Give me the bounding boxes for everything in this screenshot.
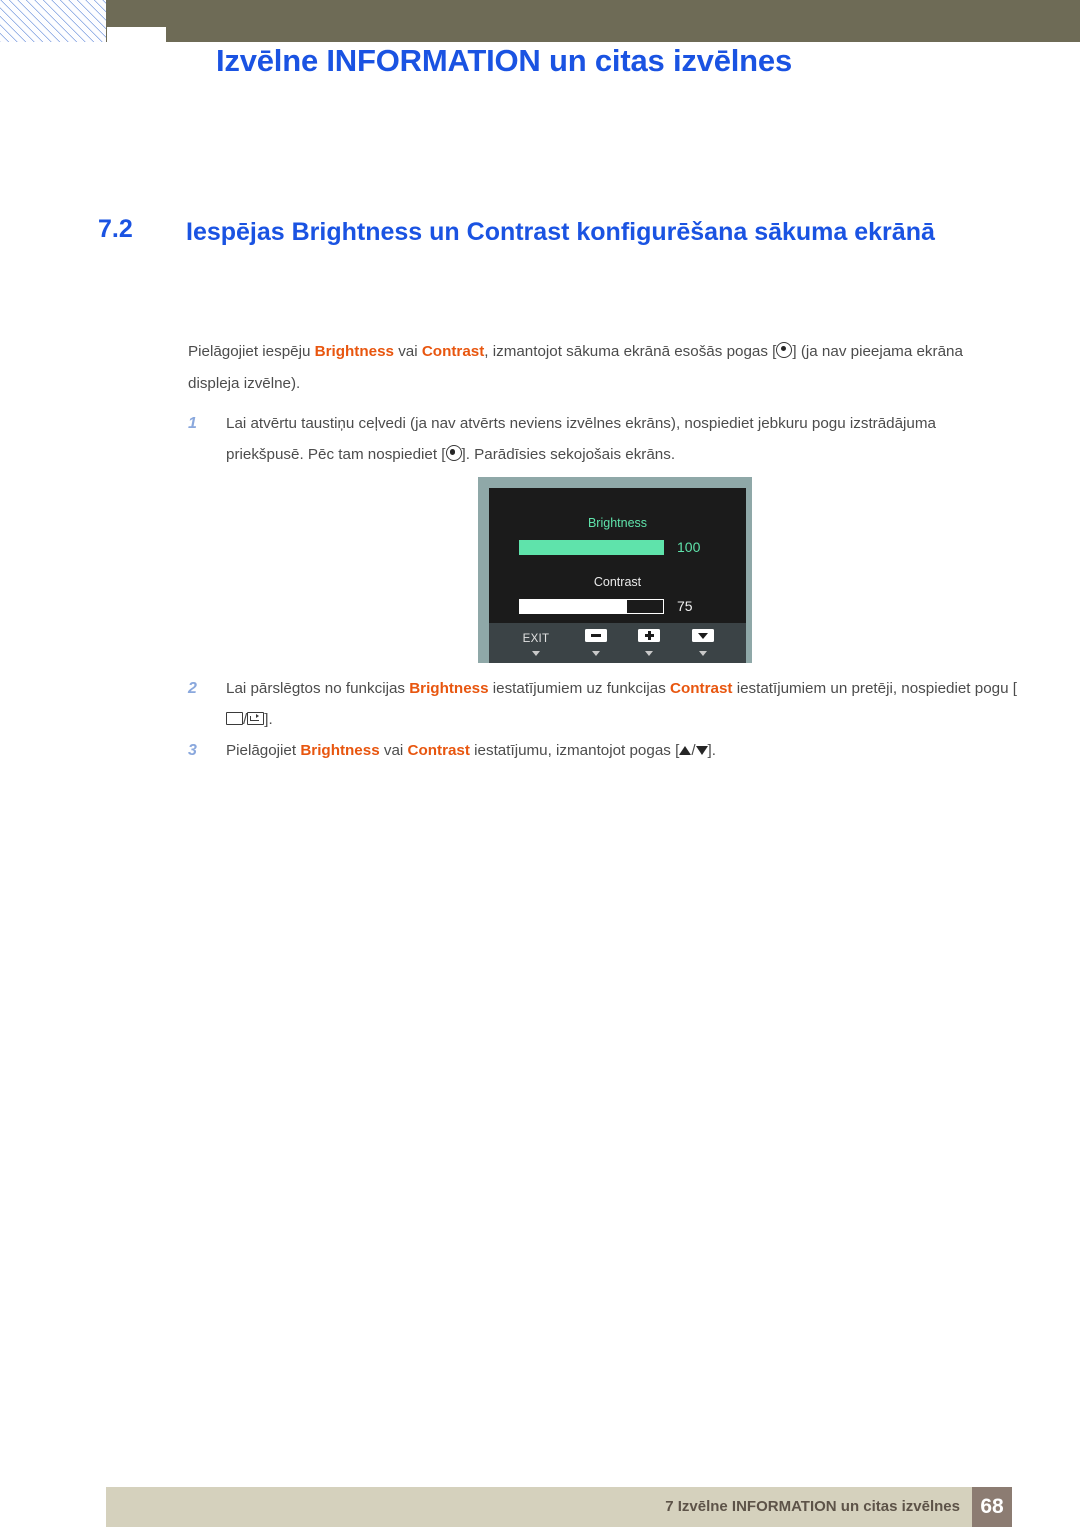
osd-exit-button[interactable]: EXIT (507, 629, 565, 656)
osd-plus-button[interactable] (620, 629, 678, 656)
page-title: Izvēlne INFORMATION un citas izvēlnes (216, 43, 792, 78)
step1-text-2: ]. Parādīsies sekojošais ekrāns. (461, 446, 676, 464)
keyword-contrast: Contrast (421, 343, 485, 360)
footer-text: 7 Izvēlne INFORMATION un citas izvēlnes (665, 1498, 960, 1515)
header-stripe-pattern (0, 0, 106, 42)
section-number: 7.2 (98, 215, 133, 243)
keyword-brightness: Brightness (409, 680, 489, 697)
page-number: 68 (980, 1495, 1004, 1518)
jog-button-icon (776, 342, 793, 358)
keyword-brightness: Brightness (300, 742, 380, 759)
step2-text-2: iestatījumiem uz funkcijas (488, 680, 671, 697)
step2-text-3: iestatījumiem un pretēji, nospiediet pog… (732, 680, 1017, 697)
source-button-icon (226, 712, 243, 726)
step-text: Pielāgojiet Brightness vai Contrast iest… (226, 735, 716, 766)
minus-icon (585, 629, 607, 642)
step3-text-2: vai (379, 742, 408, 759)
osd-brightness-bar[interactable] (519, 540, 664, 555)
keyword-contrast: Contrast (670, 680, 733, 697)
step2-text-4: ]. (264, 711, 273, 729)
step3-text-1: Pielāgojiet (226, 742, 301, 759)
osd-contrast-label: Contrast (593, 575, 642, 589)
osd-down-button[interactable] (674, 629, 732, 656)
intro-paragraph: Pielāgojiet iespēju Brightness vai Contr… (188, 336, 988, 400)
step2-text-1: Lai pārslēgtos no funkcijas (226, 680, 410, 697)
intro-text-3: , izmantojot sākuma ekrānā esošās pogas … (484, 343, 777, 360)
osd-contrast-fill (520, 600, 628, 613)
section-heading: 7.2 Iespējas Brightness un Contrast konf… (98, 215, 998, 251)
step-item: 3 Pielāgojiet Brightness vai Contrast ie… (188, 735, 1018, 767)
triangle-up-icon (679, 746, 692, 755)
footer-page-box: 68 (972, 1487, 1012, 1527)
intro-text-2: vai (393, 343, 422, 360)
caret-down-icon (592, 651, 600, 656)
section-title: Iespējas Brightness un Contrast konfigur… (186, 218, 935, 246)
step-text: Lai pārslēgtos no funkcijas Brightness i… (226, 673, 1018, 735)
step-item: 1 Lai atvērtu taustiņu ceļvedi (ja nav a… (188, 408, 988, 470)
page-header (0, 0, 1080, 42)
header-notch (107, 27, 166, 42)
step3-text-4: ]. (707, 742, 716, 759)
osd-minus-button[interactable] (567, 629, 625, 656)
intro-text-1: Pielāgojiet iespēju (188, 343, 315, 360)
plus-icon (638, 629, 660, 642)
step-number: 1 (188, 415, 197, 432)
header-olive-bar (106, 0, 1080, 42)
osd-button-bar: EXIT (489, 623, 746, 663)
osd-brightness-label: Brightness (587, 516, 648, 530)
osd-contrast-bar[interactable] (519, 599, 664, 614)
osd-exit-label: EXIT (522, 633, 550, 645)
step-number: 3 (188, 742, 197, 759)
osd-contrast-value: 75 (677, 598, 693, 614)
osd-screen: Brightness 100 Contrast 75 EXIT (489, 488, 746, 663)
caret-down-icon (532, 651, 540, 656)
triangle-down-icon (692, 629, 714, 642)
osd-brightness-value: 100 (677, 539, 701, 555)
triangle-down-icon (695, 746, 708, 755)
page-footer: 7 Izvēlne INFORMATION un citas izvēlnes … (106, 1487, 1012, 1527)
keyword-contrast: Contrast (407, 742, 470, 759)
jog-button-icon (445, 445, 462, 462)
caret-down-icon (645, 651, 653, 656)
osd-brightness-fill (519, 540, 664, 555)
keyword-brightness: Brightness (314, 343, 394, 360)
caret-down-icon (699, 651, 707, 656)
step-text: Lai atvērtu taustiņu ceļvedi (ja nav atv… (226, 408, 988, 470)
enter-button-icon (247, 712, 265, 726)
step-number: 2 (188, 680, 197, 697)
osd-mockup: Brightness 100 Contrast 75 EXIT (478, 477, 752, 663)
step-item: 2 Lai pārslēgtos no funkcijas Brightness… (188, 673, 1018, 735)
step3-text-3: iestatījumu, izmantojot pogas [ (469, 742, 680, 759)
